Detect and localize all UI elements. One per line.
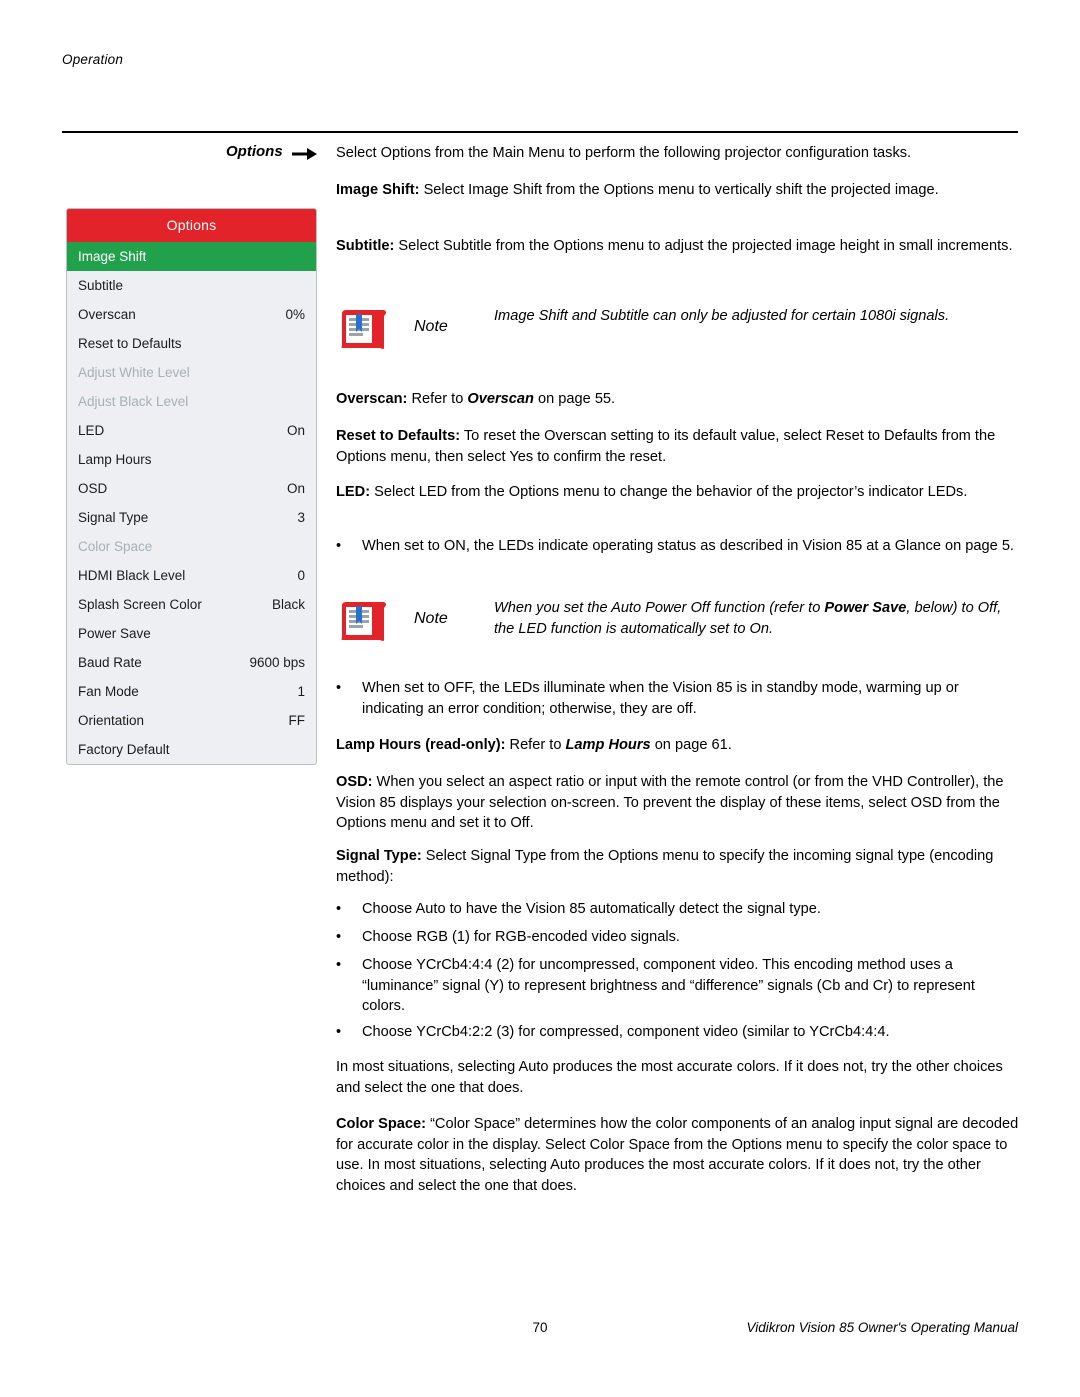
osd-row-label: OSD bbox=[78, 481, 108, 496]
osd-row-label: Reset to Defaults bbox=[78, 336, 182, 351]
term-osd: OSD: bbox=[336, 774, 373, 790]
note-label-2: Note bbox=[414, 610, 448, 627]
footer-manual-title: Vidikron Vision 85 Owner's Operating Man… bbox=[746, 1320, 1018, 1335]
term-led: LED: bbox=[336, 484, 371, 500]
term-reset-defaults: Reset to Defaults: bbox=[336, 428, 461, 444]
osd-row: Adjust White Level bbox=[67, 358, 316, 387]
osd-row-value: FF bbox=[288, 713, 306, 728]
osd-row-label: HDMI Black Level bbox=[78, 568, 186, 583]
paragraph-reset-defaults: Reset to Defaults: To reset the Overscan… bbox=[336, 428, 996, 465]
paragraph-image-shift: Image Shift: Select Image Shift from the… bbox=[336, 182, 939, 198]
osd-row-value: Black bbox=[271, 597, 305, 612]
bullet-marker: • bbox=[336, 957, 342, 973]
osd-row[interactable]: Splash Screen Color Black bbox=[67, 590, 316, 619]
osd-row[interactable]: Factory Default bbox=[67, 735, 316, 764]
osd-row-value: 1 bbox=[297, 684, 305, 699]
bullet-marker: • bbox=[336, 680, 342, 696]
note-label-1: Note bbox=[414, 318, 448, 335]
osd-row[interactable]: Power Save bbox=[67, 619, 316, 648]
osd-row-label: Power Save bbox=[78, 626, 151, 641]
bullet-led-on-text: When set to ON, the LEDs indicate operat… bbox=[362, 538, 1014, 554]
paragraph-subtitle: Subtitle: Select Subtitle from the Optio… bbox=[336, 238, 1013, 254]
bullet-led-off-text: When set to OFF, the LEDs illuminate whe… bbox=[362, 680, 959, 717]
paragraph-lamp-hours: Lamp Hours (read-only): Refer to Lamp Ho… bbox=[336, 737, 732, 753]
osd-title: Options bbox=[67, 209, 316, 242]
note-text-2: When you set the Auto Power Off function… bbox=[494, 600, 1002, 637]
paragraph-overscan: Overscan: Refer to Overscan on page 55. bbox=[336, 391, 616, 407]
osd-row[interactable]: Fan Mode 1 bbox=[67, 677, 316, 706]
osd-row-label: Overscan bbox=[78, 307, 136, 322]
term-subtitle: Subtitle: bbox=[336, 238, 395, 254]
osd-row-list: Image Shift Subtitle Overscan 0% Reset to De… bbox=[67, 242, 316, 764]
osd-row: Color Space bbox=[67, 532, 316, 561]
osd-row-label: Adjust White Level bbox=[78, 365, 190, 380]
osd-row-label: Fan Mode bbox=[78, 684, 139, 699]
osd-row-label: Subtitle bbox=[78, 278, 124, 293]
osd-row-value: On bbox=[286, 481, 305, 496]
osd-row[interactable]: Signal Type 3 bbox=[67, 503, 316, 532]
note-block-2: Note When you set the Auto Power Off fun… bbox=[336, 596, 1020, 648]
osd-row-label: LED bbox=[78, 423, 105, 438]
osd-row-label: Factory Default bbox=[78, 742, 170, 757]
osd-row-value: 0 bbox=[297, 568, 305, 583]
osd-row[interactable]: Baud Rate 9600 bps bbox=[67, 648, 316, 677]
term-image-shift: Image Shift: bbox=[336, 182, 420, 198]
osd-row-label: Orientation bbox=[78, 713, 145, 728]
osd-row[interactable]: Overscan 0% bbox=[67, 300, 316, 329]
osd-row-value: On bbox=[286, 423, 305, 438]
osd-row[interactable]: HDMI Black Level 0 bbox=[67, 561, 316, 590]
note-icon bbox=[341, 602, 386, 641]
term-signal-type: Signal Type: bbox=[336, 848, 422, 864]
paragraph-led: LED: Select LED from the Options menu to… bbox=[336, 484, 968, 500]
osd-row: Adjust Black Level bbox=[67, 387, 316, 416]
paragraph-color-space: Color Space: “Color Space” determines ho… bbox=[336, 1116, 1019, 1194]
note-icon bbox=[341, 310, 386, 349]
bullet-signal-auto-text: Choose Auto to have the Vision 85 automa… bbox=[362, 901, 821, 917]
paragraph-osd: OSD: When you select an aspect ratio or … bbox=[336, 774, 1004, 831]
osd-row-label: Color Space bbox=[78, 539, 153, 554]
osd-row[interactable]: Orientation FF bbox=[67, 706, 316, 735]
paragraph-signal-closing: In most situations, selecting Auto produ… bbox=[336, 1059, 1003, 1096]
osd-row-label: Lamp Hours bbox=[78, 452, 152, 467]
osd-row-label: Adjust Black Level bbox=[78, 394, 189, 409]
note-text-1: Image Shift and Subtitle can only be adj… bbox=[494, 308, 950, 324]
osd-row[interactable]: Image Shift bbox=[67, 242, 316, 271]
bullet-marker: • bbox=[336, 901, 342, 917]
osd-row-value: 0% bbox=[285, 307, 305, 322]
osd-row[interactable]: Lamp Hours bbox=[67, 445, 316, 474]
osd-row[interactable]: Reset to Defaults bbox=[67, 329, 316, 358]
paragraph-intro: Select Options from the Main Menu to per… bbox=[336, 145, 912, 161]
bullet-signal-ycrcb444-text: Choose YCrCb4:4:4 (2) for uncompressed, … bbox=[362, 957, 975, 1014]
header-rule bbox=[62, 131, 1018, 133]
paragraph-signal-type: Signal Type: Select Signal Type from the… bbox=[336, 848, 994, 885]
arrow-right-icon bbox=[292, 148, 317, 160]
osd-options-menu[interactable]: Options Image Shift Subtitle Overscan 0% Res… bbox=[66, 208, 317, 765]
osd-row-value: 3 bbox=[297, 510, 305, 525]
bullet-marker: • bbox=[336, 538, 342, 554]
bullet-signal-ycrcb422-text: Choose YCrCb4:2:2 (3) for compressed, co… bbox=[362, 1024, 890, 1040]
bullet-marker: • bbox=[336, 929, 342, 945]
page-title: Options bbox=[226, 143, 283, 160]
osd-row[interactable]: LED On bbox=[67, 416, 316, 445]
note-block-1: Note Image Shift and Subtitle can only b… bbox=[336, 306, 1020, 352]
bullet-signal-rgb-text: Choose RGB (1) for RGB-encoded video sig… bbox=[362, 929, 680, 945]
term-lamp-hours: Lamp Hours (read-only): bbox=[336, 737, 506, 753]
osd-row[interactable]: OSD On bbox=[67, 474, 316, 503]
osd-row-label: Signal Type bbox=[78, 510, 149, 525]
osd-row[interactable]: Subtitle bbox=[67, 271, 316, 300]
osd-row-value: 9600 bps bbox=[249, 655, 305, 670]
osd-row-label: Splash Screen Color bbox=[78, 597, 202, 612]
osd-row-label: Image Shift bbox=[78, 249, 147, 264]
document-page: Operation Options Options Image Shift Sub… bbox=[0, 0, 1080, 1397]
term-color-space: Color Space: bbox=[336, 1116, 427, 1132]
term-overscan: Overscan: bbox=[336, 391, 408, 407]
running-head: Operation bbox=[62, 52, 124, 67]
bullet-marker: • bbox=[336, 1024, 342, 1040]
osd-row-label: Baud Rate bbox=[78, 655, 142, 670]
